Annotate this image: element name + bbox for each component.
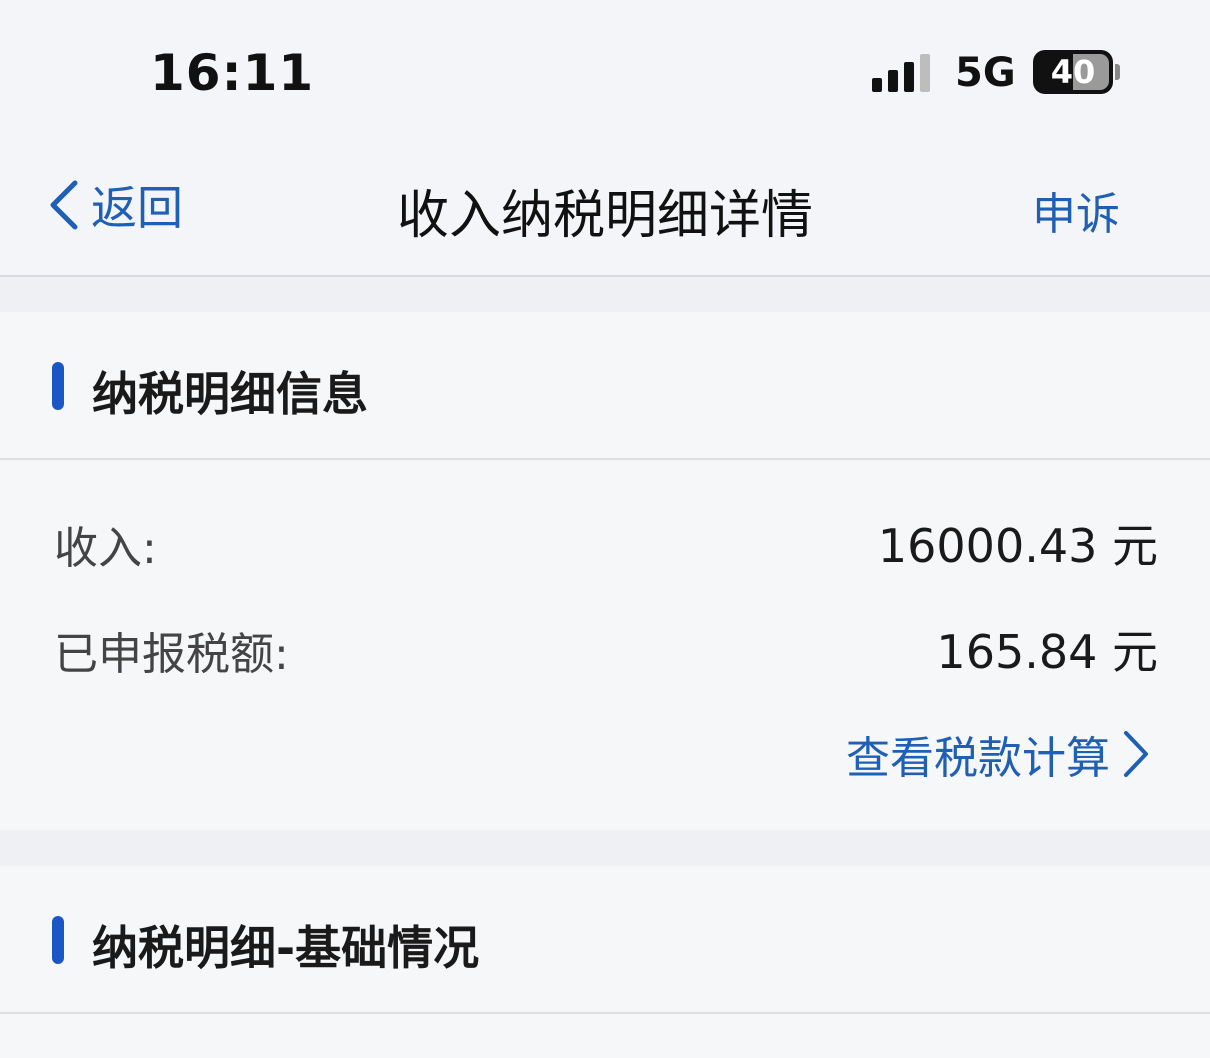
appeal-button[interactable]: 申诉 — [1032, 178, 1120, 242]
basic-info-card: 纳税明细-基础情况 — [0, 866, 1210, 1058]
screen: 16:11 5G 40 返回 收入纳税明细详情 申诉 纳税明细信息 收入: 16… — [0, 0, 1210, 1058]
tax-detail-card: 纳税明细信息 收入: 16000.43 元 已申报税额: 165.84 元 查看… — [0, 312, 1210, 830]
section-accent-bar — [52, 362, 64, 410]
basic-info-title: 纳税明细-基础情况 — [92, 921, 480, 975]
nav-bar: 返回 收入纳税明细详情 申诉 — [0, 145, 1210, 277]
battery-tip — [1115, 64, 1120, 80]
chevron-right-icon — [1124, 731, 1148, 777]
view-tax-calculation-link[interactable]: 查看税款计算 — [846, 722, 1152, 786]
section-accent-bar — [52, 916, 64, 964]
tax-detail-header: 纳税明细信息 — [0, 312, 1210, 460]
signal-strength-icon — [872, 52, 936, 92]
income-row: 收入: 16000.43 元 — [0, 502, 1210, 574]
declared-tax-label: 已申报税额: — [54, 629, 289, 680]
network-type: 5G — [955, 50, 1016, 96]
income-label: 收入: — [54, 523, 157, 574]
status-bar: 16:11 5G 40 — [0, 0, 1210, 145]
battery-level: 40 — [1050, 53, 1096, 91]
declared-tax-value: 165.84 元 — [936, 625, 1158, 679]
declared-tax-row: 已申报税额: 165.84 元 — [0, 608, 1210, 680]
page-title: 收入纳税明细详情 — [396, 186, 813, 246]
battery-icon: 40 — [1033, 50, 1113, 94]
basic-info-header: 纳税明细-基础情况 — [0, 866, 1210, 1014]
income-value: 16000.43 元 — [877, 519, 1158, 573]
view-tax-calculation-label: 查看税款计算 — [846, 733, 1110, 784]
status-time: 16:11 — [150, 44, 315, 102]
tax-detail-title: 纳税明细信息 — [92, 367, 368, 421]
